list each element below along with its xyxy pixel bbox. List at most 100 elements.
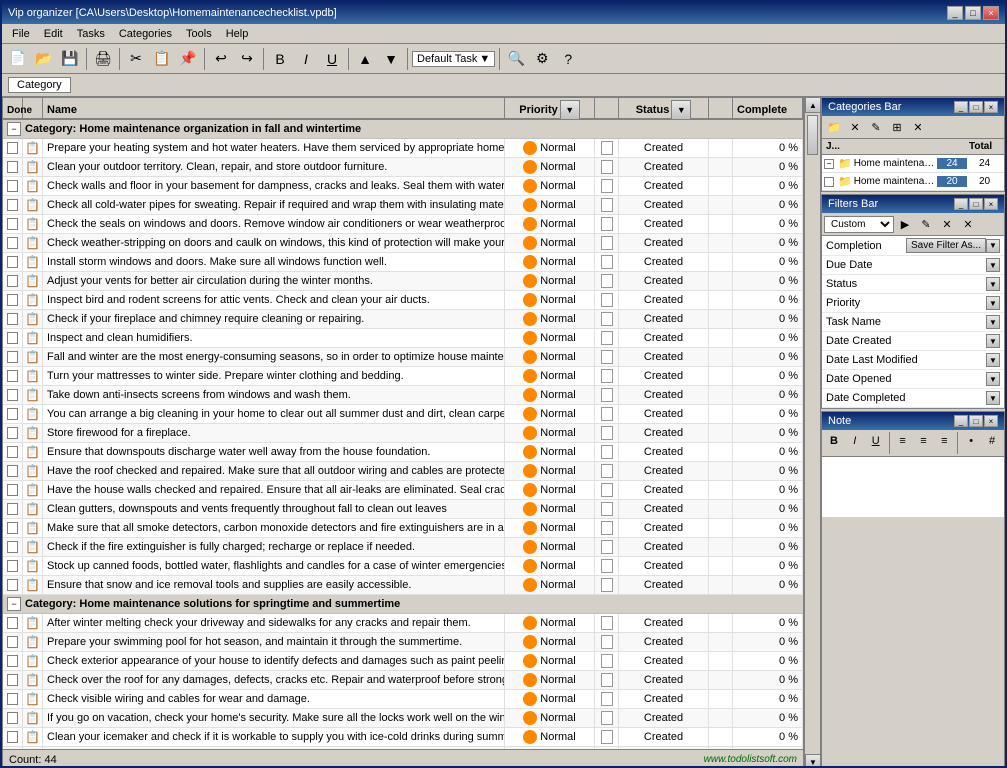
note-minimize-button[interactable]: _ xyxy=(954,415,968,427)
task-name-cell[interactable]: Prepare your swimming pool for hot seaso… xyxy=(43,633,505,651)
task-name-cell[interactable]: Check the seals on windows and doors. Re… xyxy=(43,215,505,233)
filters-restore-button[interactable]: □ xyxy=(969,198,983,210)
cat-expand-btn[interactable] xyxy=(824,177,834,187)
save-filter-button[interactable]: Save Filter As... xyxy=(906,238,986,253)
cat-edit-button[interactable]: ✎ xyxy=(866,118,886,136)
bold-button[interactable]: B xyxy=(268,47,292,71)
note-format-i[interactable]: I xyxy=(845,432,865,450)
task-name-cell[interactable]: If you go on vacation, check your home's… xyxy=(43,709,505,727)
save-button[interactable]: 💾 xyxy=(58,47,82,71)
print-button[interactable]: 🖨 xyxy=(91,47,115,71)
menu-help[interactable]: Help xyxy=(220,27,255,41)
note-number[interactable]: # xyxy=(982,432,1002,450)
task-name-cell[interactable]: Have the house walls checked and repaire… xyxy=(43,481,505,499)
menu-tasks[interactable]: Tasks xyxy=(71,27,111,41)
task-name-cell[interactable]: Ensure that downspouts discharge water w… xyxy=(43,443,505,461)
help-icon-button[interactable]: ? xyxy=(556,47,580,71)
task-name-cell[interactable]: Check visible wiring and cables for wear… xyxy=(43,690,505,708)
task-name-cell[interactable]: Store firewood for a fireplace. xyxy=(43,424,505,442)
task-name-cell[interactable]: Inspect and clean humidifiers. xyxy=(43,329,505,347)
note-bullet[interactable]: • xyxy=(961,432,981,450)
default-task-dropdown[interactable]: Default Task ▼ xyxy=(412,51,495,67)
note-align-right[interactable]: ≡ xyxy=(934,432,954,450)
task-checkbox[interactable] xyxy=(7,332,18,344)
cat-expand-btn[interactable]: − xyxy=(824,159,834,169)
task-name-cell[interactable]: Adjust your vents for better air circula… xyxy=(43,272,505,290)
task-name-cell[interactable]: Clean gutters, downspouts and vents freq… xyxy=(43,500,505,518)
note-content-area[interactable] xyxy=(822,457,1004,517)
filter-type-select[interactable]: Custom xyxy=(824,216,894,233)
filter-dropdown-btn[interactable]: ▼ xyxy=(986,296,1000,310)
task-name-cell[interactable]: Check exterior appearance of your house … xyxy=(43,652,505,670)
status-sort-button[interactable]: ▼ xyxy=(671,100,691,120)
task-name-cell[interactable]: Fall and winter are the most energy-cons… xyxy=(43,348,505,366)
filter-dropdown-btn[interactable]: ▼ xyxy=(986,258,1000,272)
task-checkbox[interactable] xyxy=(7,142,18,154)
task-checkbox[interactable] xyxy=(7,237,18,249)
task-checkbox[interactable] xyxy=(7,503,18,515)
category-list-item[interactable]: 📁 Home maintenance solu 20 20 xyxy=(822,173,1004,191)
task-name-cell[interactable]: Clean your icemaker and check if it is w… xyxy=(43,728,505,746)
task-name-cell[interactable]: Make sure that all smoke detectors, carb… xyxy=(43,519,505,537)
task-checkbox[interactable] xyxy=(7,408,18,420)
category-2-expand[interactable]: − xyxy=(7,597,21,611)
task-name-cell[interactable]: Install storm windows and doors. Make su… xyxy=(43,253,505,271)
filter-dropdown-btn[interactable]: ▼ xyxy=(986,277,1000,291)
note-format-u[interactable]: U xyxy=(866,432,886,450)
note-restore-button[interactable]: □ xyxy=(969,415,983,427)
task-checkbox[interactable] xyxy=(7,180,18,192)
task-checkbox[interactable] xyxy=(7,560,18,572)
task-name-cell[interactable]: Stock up canned foods, bottled water, fl… xyxy=(43,557,505,575)
task-checkbox[interactable] xyxy=(7,465,18,477)
filter-dropdown-btn[interactable]: ▼ xyxy=(986,391,1000,405)
copy-button[interactable]: 📋 xyxy=(150,47,174,71)
filter-dropdown-btn[interactable]: ▼ xyxy=(986,372,1000,386)
filter-dropdown-btn[interactable]: ▼ xyxy=(986,334,1000,348)
note-close-button[interactable]: × xyxy=(984,415,998,427)
minimize-button[interactable]: _ xyxy=(947,6,963,20)
task-checkbox[interactable] xyxy=(7,427,18,439)
task-checkbox[interactable] xyxy=(7,522,18,534)
task-checkbox[interactable] xyxy=(7,484,18,496)
close-button[interactable]: × xyxy=(983,6,999,20)
maximize-button[interactable]: □ xyxy=(965,6,981,20)
task-checkbox[interactable] xyxy=(7,693,18,705)
task-name-cell[interactable]: Have the roof checked and repaired. Make… xyxy=(43,462,505,480)
open-button[interactable]: 📂 xyxy=(32,47,56,71)
categories-restore-button[interactable]: □ xyxy=(969,101,983,113)
filter-apply-button[interactable]: ▶ xyxy=(895,215,915,233)
task-checkbox[interactable] xyxy=(7,541,18,553)
task-checkbox[interactable] xyxy=(7,370,18,382)
task-checkbox[interactable] xyxy=(7,161,18,173)
task-checkbox[interactable] xyxy=(7,199,18,211)
cat-close-button[interactable]: ✕ xyxy=(908,118,928,136)
task-name-cell[interactable]: You can arrange a big cleaning in your h… xyxy=(43,405,505,423)
category-list-item[interactable]: − 📁 Home maintenance orga 24 24 xyxy=(822,155,1004,173)
table-body[interactable]: − Category: Home maintenance organizatio… xyxy=(3,120,803,749)
cut-button[interactable]: ✂ xyxy=(124,47,148,71)
task-name-cell[interactable]: After winter melting check your driveway… xyxy=(43,614,505,632)
task-checkbox[interactable] xyxy=(7,655,18,667)
scroll-track[interactable] xyxy=(805,113,820,754)
filters-close-button[interactable]: × xyxy=(984,198,998,210)
task-checkbox[interactable] xyxy=(7,731,18,743)
task-name-cell[interactable]: Check weather-stripping on doors and cau… xyxy=(43,234,505,252)
task-name-cell[interactable]: Check walls and floor in your basement f… xyxy=(43,177,505,195)
task-checkbox[interactable] xyxy=(7,617,18,629)
note-format-b[interactable]: B xyxy=(824,432,844,450)
task-checkbox[interactable] xyxy=(7,579,18,591)
italic-button[interactable]: I xyxy=(294,47,318,71)
task-checkbox[interactable] xyxy=(7,256,18,268)
scroll-up-button[interactable]: ▲ xyxy=(805,97,821,113)
task-name-cell[interactable]: Prepare your heating system and hot wate… xyxy=(43,139,505,157)
scroll-down-button[interactable]: ▼ xyxy=(805,754,821,768)
main-scrollbar[interactable]: ▲ ▼ xyxy=(804,97,820,768)
task-name-cell[interactable]: Inspect bird and rodent screens for atti… xyxy=(43,291,505,309)
task-checkbox[interactable] xyxy=(7,636,18,648)
task-name-cell[interactable]: Take down anti-insects screens from wind… xyxy=(43,386,505,404)
task-name-cell[interactable]: Ensure that snow and ice removal tools a… xyxy=(43,576,505,594)
filter-button[interactable]: 🔍 xyxy=(504,47,528,71)
redo-button[interactable]: ↪ xyxy=(235,47,259,71)
note-align-left[interactable]: ≡ xyxy=(893,432,913,450)
cat-delete-button[interactable]: ✕ xyxy=(845,118,865,136)
